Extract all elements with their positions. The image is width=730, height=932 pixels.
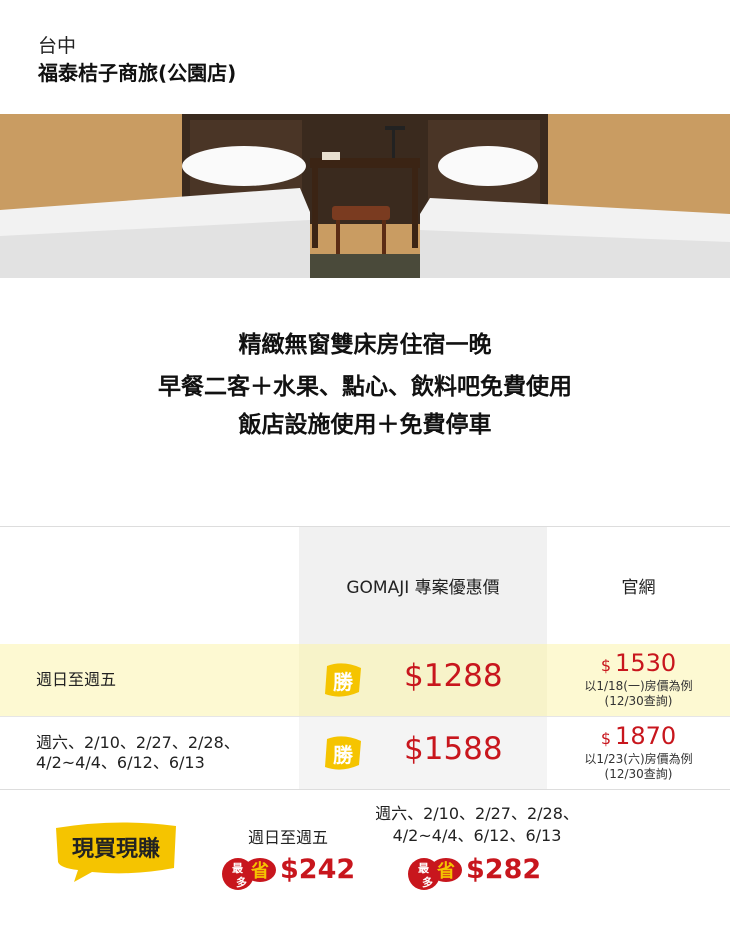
gomaji-price: $1588 [404,731,503,767]
savings-section: 現買現賺 週日至週五 週六、2/10、2/27、2/28、 4/2~4/4、6/… [0,790,730,932]
svg-text:最: 最 [418,862,430,875]
weekday-savings-amount: $242 [280,854,356,885]
svg-text:多: 多 [422,875,433,889]
win-badge-text: 勝 [333,743,354,767]
table-row: 週六、2/10、2/27、2/28、 4/2~4/4、6/12、6/13 勝 $… [0,716,730,790]
weekend-label-line-2: 4/2~4/4、6/12、6/13 [392,826,562,845]
svg-text:最: 最 [232,862,244,875]
hotel-name: 福泰桔子商旅(公園店) [38,61,237,85]
gomaji-price-column-header: GOMAJI 專案優惠價 [299,527,547,644]
official-price-note: 以1/18(一)房價為例 [584,679,693,693]
hotel-room-photo [0,114,730,278]
svg-text:省: 省 [250,860,269,882]
table-header-row: GOMAJI 專案優惠價 官網 [0,527,730,644]
official-price: 1530 [615,649,677,677]
price-comparison-table: GOMAJI 專案優惠價 官網 週日至週五 勝 $1288 $1530 以1/1… [0,526,730,790]
weekday-savings-label: 週日至週五 [248,828,329,847]
highlight-line-3: 飯店設施使用＋免費停車 [238,412,492,438]
row-label: 週日至週五 [36,670,117,689]
buy-and-earn-logo-icon: 現買現賺 [56,822,176,882]
save-most-badge-icon: 最 多 省 [222,858,276,890]
row-label-line-1: 週六、2/10、2/27、2/28、 [36,733,240,752]
official-price-cell: $1870 以1/23(六)房價為例 (12/30查詢) [547,717,730,789]
official-currency: $ [600,729,612,748]
official-price-query-date: (12/30查詢) [604,694,673,708]
row-label: 週六、2/10、2/27、2/28、 4/2~4/4、6/12、6/13 [36,733,240,773]
official-price-column-header: 官網 [621,578,656,598]
official-price: 1870 [615,722,677,750]
official-price-note: 以1/23(六)房價為例 [584,752,693,766]
row-label-line-2: 4/2~4/4、6/12、6/13 [36,753,205,772]
weekend-savings-label: 週六、2/10、2/27、2/28、 4/2~4/4、6/12、6/13 [358,803,596,847]
save-most-badge-icon: 最 多 省 [408,858,462,890]
weekend-savings-amount: $282 [466,854,542,885]
logo-text: 現買現賺 [72,837,160,862]
gomaji-price-cell: 勝 $1588 [299,717,547,789]
gomaji-price-cell: 勝 $1288 [299,644,547,716]
weekend-label-line-1: 週六、2/10、2/27、2/28、 [375,804,579,823]
table-row: 週日至週五 勝 $1288 $1530 以1/18(一)房價為例 (12/30查… [0,644,730,716]
gomaji-price: $1288 [404,658,503,694]
svg-text:省: 省 [436,860,455,882]
highlight-line-2: 早餐二客＋水果、點心、飲料吧免費使用 [158,374,572,400]
win-badge-text: 勝 [333,670,354,694]
location-label: 台中 [38,35,77,57]
highlight-line-1: 精緻無窗雙床房住宿一晚 [238,332,492,358]
win-badge-icon: 勝 [325,663,361,697]
official-price-cell: $1530 以1/18(一)房價為例 (12/30查詢) [547,644,730,716]
official-price-query-date: (12/30查詢) [604,767,673,781]
win-badge-icon: 勝 [325,736,361,770]
official-currency: $ [600,656,612,675]
svg-text:多: 多 [236,875,247,889]
